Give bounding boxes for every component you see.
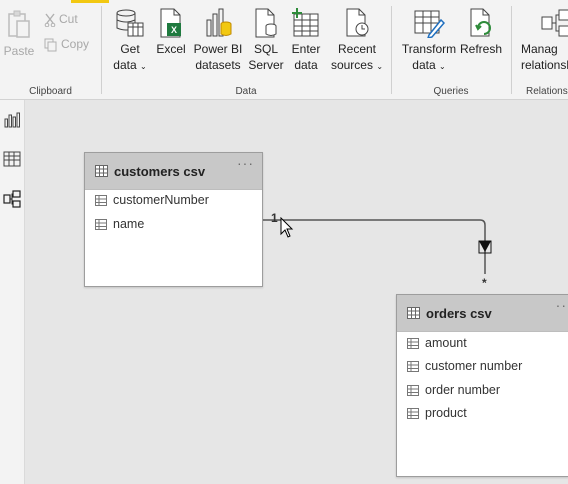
paste-label: Paste [3, 44, 35, 58]
power-bi-label-2: datasets [195, 58, 241, 72]
sql-label-1: SQL [253, 42, 278, 56]
recent-sources-button[interactable]: Recent sources ⌄ [330, 8, 384, 75]
excel-label: Excel [156, 42, 186, 56]
sql-server-icon [255, 8, 277, 38]
field-column-icon [95, 195, 107, 206]
clipboard-group-label: Clipboard [29, 86, 72, 97]
power-bi-datasets-button[interactable]: Power BI datasets [192, 8, 244, 73]
data-group-label: Data [235, 86, 257, 97]
relationships-group: Manag relationsh Relationshi [512, 0, 568, 99]
model-view-icon[interactable] [3, 190, 21, 208]
database-table-icon [116, 9, 144, 37]
chevron-down-icon: ⌄ [140, 62, 147, 71]
mouse-cursor-icon [280, 217, 294, 238]
more-options-button[interactable]: ·· [556, 297, 567, 313]
enter-label-2: data [294, 58, 318, 72]
orders-table-card[interactable]: orders csv ·· amount customer number ord… [396, 294, 568, 477]
sql-label-2: Server [248, 58, 284, 72]
relationships-group-label: Relationshi [526, 86, 568, 97]
field-item[interactable]: amount [407, 336, 467, 350]
more-options-button[interactable]: ··· [237, 155, 254, 171]
copy-button[interactable]: Copy [44, 37, 89, 52]
chevron-down-icon: ⌄ [439, 62, 446, 71]
power-bi-label-1: Power BI [193, 42, 243, 56]
table-icon [95, 165, 108, 177]
clipboard-group: Paste Cut Copy Clipboard [0, 0, 101, 99]
queries-group: Transform data ⌄ Refresh Queries [392, 0, 510, 99]
transform-label-1: Transform [401, 42, 457, 56]
table-header[interactable]: customers csv ··· [85, 153, 262, 190]
data-group: Get data ⌄ X Excel Power BI datasets SQL… [102, 0, 390, 99]
report-view-icon[interactable] [3, 111, 21, 129]
excel-button[interactable]: X Excel [154, 8, 188, 57]
ribbon: Paste Cut Copy Clipboard Get data ⌄ X Ex… [0, 0, 568, 100]
transform-data-button[interactable]: Transform data ⌄ [400, 8, 458, 75]
get-data-button[interactable]: Get data ⌄ [110, 8, 150, 75]
svg-text:X: X [171, 25, 177, 35]
one-cardinality-label: 1 [271, 211, 278, 225]
field-label: product [425, 406, 467, 420]
field-item[interactable]: customer number [407, 359, 522, 373]
field-label: customerNumber [113, 193, 209, 207]
manage-label-2: relationsh [521, 58, 568, 72]
queries-group-label: Queries [433, 86, 469, 97]
model-canvas[interactable]: 1 * customers csv ··· customerNumber nam… [25, 100, 568, 484]
paste-icon [8, 10, 30, 38]
recent-sources-icon [346, 8, 369, 37]
view-rail [0, 100, 25, 484]
field-column-icon [407, 361, 419, 372]
field-item[interactable]: name [95, 217, 144, 231]
table-title: orders csv [426, 306, 492, 321]
copy-label: Copy [61, 37, 90, 51]
table-header[interactable]: orders csv ·· [397, 295, 568, 332]
transform-label-2: data [412, 58, 436, 72]
data-view-icon[interactable] [3, 150, 21, 168]
filter-direction-arrow [479, 241, 491, 252]
refresh-button[interactable]: Refresh [458, 8, 504, 57]
scissors-icon [44, 13, 56, 27]
recent-label-2: sources [330, 58, 373, 72]
manage-label-1: Manag [521, 42, 558, 56]
manage-relationships-button[interactable]: Manag relationsh [521, 8, 568, 73]
field-column-icon [95, 219, 107, 230]
refresh-label: Refresh [459, 42, 503, 56]
field-label: customer number [425, 359, 523, 373]
paste-button[interactable]: Paste [2, 10, 36, 59]
table-title: customers csv [114, 164, 206, 179]
table-icon [407, 307, 420, 319]
cut-button[interactable]: Cut [44, 12, 78, 27]
transform-data-icon [414, 10, 445, 38]
get-data-label-1: Get [120, 42, 140, 56]
field-column-icon [407, 408, 419, 419]
refresh-icon [470, 8, 491, 37]
field-item[interactable]: customerNumber [95, 193, 209, 207]
field-label: order number [425, 383, 501, 397]
manage-relationships-icon [541, 9, 568, 37]
field-column-icon [407, 385, 419, 396]
enter-data-table-icon [292, 8, 319, 37]
enter-label-1: Enter [291, 42, 321, 56]
field-label: name [113, 217, 145, 231]
cut-label: Cut [59, 12, 78, 26]
get-data-label-2: data [113, 58, 137, 72]
many-cardinality-label: * [482, 276, 487, 290]
field-column-icon [407, 338, 419, 349]
field-label: amount [425, 336, 467, 350]
customers-table-card[interactable]: customers csv ··· customerNumber name [84, 152, 263, 287]
recent-label-1: Recent [337, 42, 377, 56]
power-bi-datasets-icon [206, 8, 232, 37]
excel-icon: X [160, 8, 181, 38]
chevron-down-icon: ⌄ [376, 62, 384, 71]
copy-icon [44, 38, 57, 52]
sql-server-button[interactable]: SQL Server [248, 8, 284, 73]
enter-data-button[interactable]: Enter data [288, 8, 324, 73]
field-item[interactable]: order number [407, 383, 500, 397]
field-item[interactable]: product [407, 406, 467, 420]
